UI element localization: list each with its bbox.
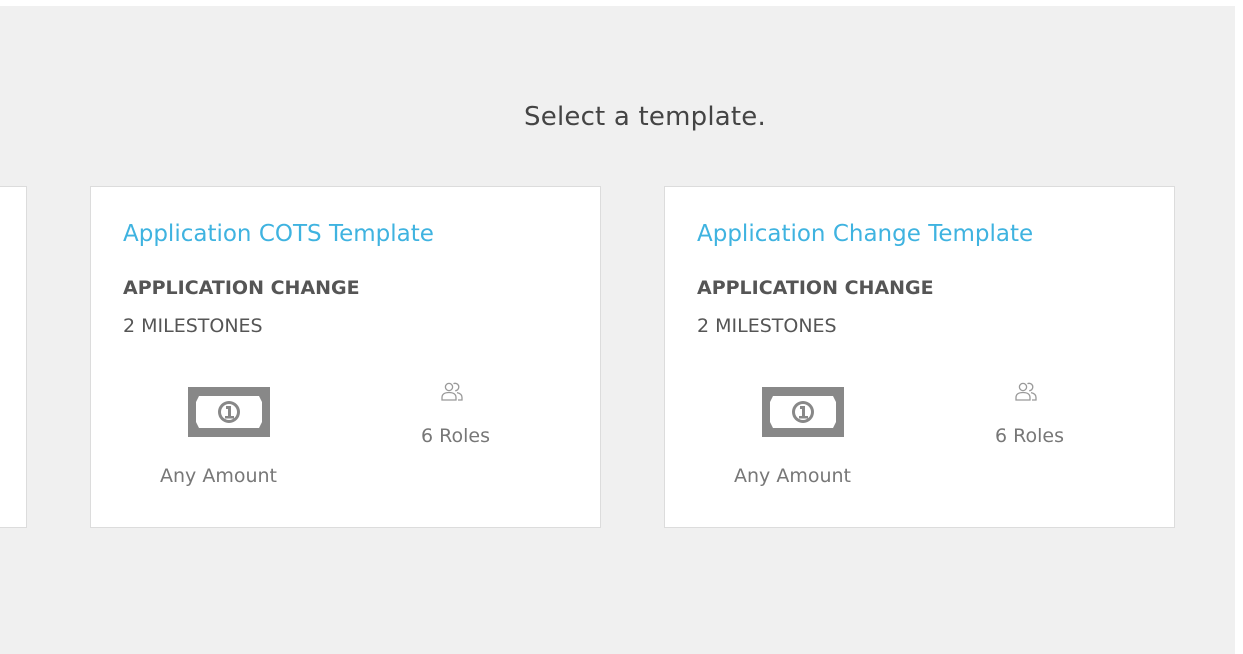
- users-icon: [441, 382, 463, 401]
- users-icon: [1015, 382, 1037, 401]
- money-bill-icon: [188, 387, 270, 437]
- page-title: Select a template.: [524, 102, 766, 132]
- money-bill-icon: [762, 387, 844, 437]
- template-title-link[interactable]: Application COTS Template: [123, 221, 434, 247]
- template-title-link[interactable]: Application Change Template: [697, 221, 1033, 247]
- template-card[interactable]: Application COTS Template APPLICATION CH…: [90, 186, 601, 528]
- template-card-partial[interactable]: [0, 186, 27, 528]
- amount-label: Any Amount: [734, 465, 851, 487]
- template-type: APPLICATION CHANGE: [697, 277, 934, 299]
- roles-label: 6 Roles: [421, 425, 490, 447]
- amount-label: Any Amount: [160, 465, 277, 487]
- template-picker-panel: Select a template. Application COTS Temp…: [0, 6, 1235, 654]
- template-card[interactable]: Application Change Template APPLICATION …: [664, 186, 1175, 528]
- roles-label: 6 Roles: [995, 425, 1064, 447]
- template-type: APPLICATION CHANGE: [123, 277, 360, 299]
- template-milestones: 2 MILESTONES: [697, 315, 837, 337]
- template-milestones: 2 MILESTONES: [123, 315, 263, 337]
